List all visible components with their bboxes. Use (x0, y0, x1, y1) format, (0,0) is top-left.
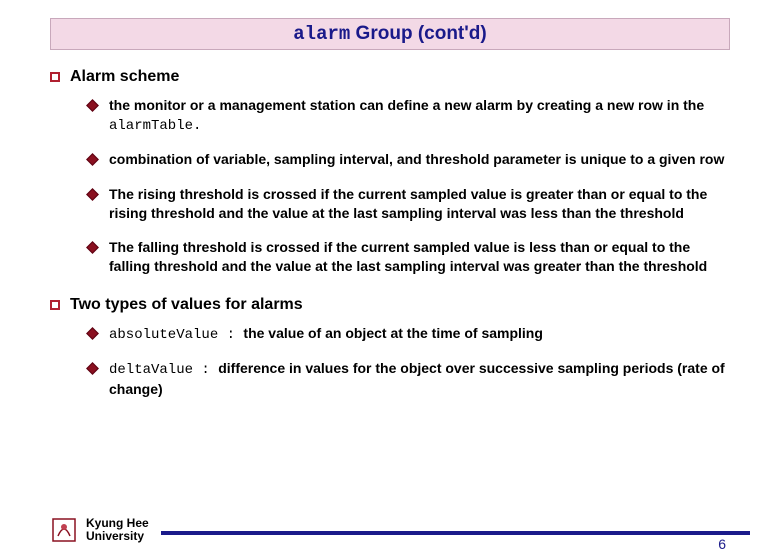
section-title: Two types of values for alarms (70, 296, 303, 314)
item-text: deltaValue : difference in values for th… (109, 359, 730, 399)
item-text: absoluteValue : the value of an object a… (109, 324, 730, 345)
list-item: absoluteValue : the value of an object a… (88, 324, 730, 345)
diamond-bullet-icon (86, 327, 99, 340)
item-text: The falling threshold is crossed if the … (109, 238, 730, 278)
slide-content: Alarm scheme the monitor or a management… (0, 50, 780, 399)
footer-divider (161, 531, 750, 535)
item-text: the monitor or a management station can … (109, 96, 730, 136)
page-number: 6 (718, 536, 726, 552)
list-item: combination of variable, sampling interv… (88, 150, 730, 171)
diamond-bullet-icon (86, 188, 99, 201)
square-bullet-icon (50, 72, 60, 82)
item-text: The rising threshold is crossed if the c… (109, 185, 730, 225)
diamond-bullet-icon (86, 153, 99, 166)
title-rest: Group (cont'd) (350, 23, 486, 44)
list-item: deltaValue : difference in values for th… (88, 359, 730, 399)
item-text: combination of variable, sampling interv… (109, 150, 730, 171)
footer-affiliation: Kyung Hee University (86, 517, 149, 543)
list-item: The falling threshold is crossed if the … (88, 238, 730, 278)
section-title: Alarm scheme (70, 68, 179, 86)
diamond-bullet-icon (86, 242, 99, 255)
section-head: Two types of values for alarms (50, 296, 730, 314)
list-item: The rising threshold is crossed if the c… (88, 185, 730, 225)
diamond-bullet-icon (86, 99, 99, 112)
section-alarm-scheme: Alarm scheme the monitor or a management… (50, 68, 730, 278)
section-two-types: Two types of values for alarms absoluteV… (50, 296, 730, 399)
square-bullet-icon (50, 300, 60, 310)
slide-title: alarm Group (cont'd) (50, 18, 730, 50)
section-head: Alarm scheme (50, 68, 730, 86)
diamond-bullet-icon (86, 362, 99, 375)
title-mono: alarm (293, 23, 350, 45)
list-item: the monitor or a management station can … (88, 96, 730, 136)
